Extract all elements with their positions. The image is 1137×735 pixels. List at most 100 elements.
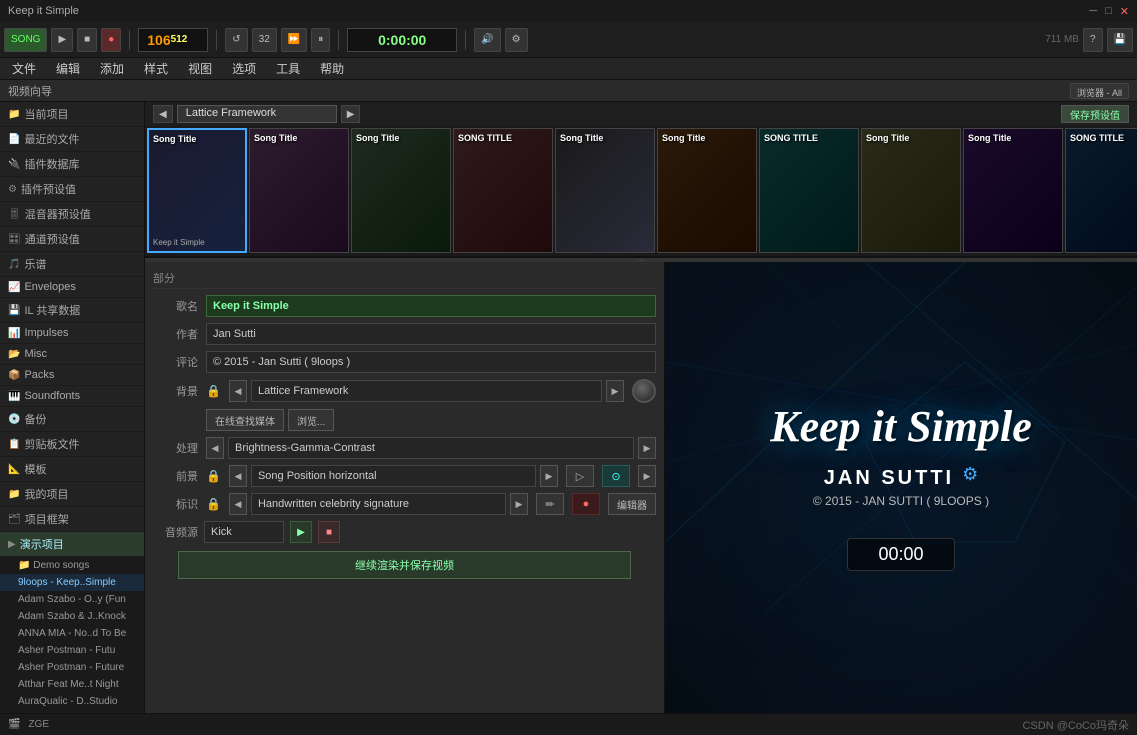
- maximize-btn[interactable]: □: [1105, 5, 1112, 18]
- thumb-8[interactable]: Song Title: [861, 128, 961, 253]
- menu-style[interactable]: 样式: [140, 60, 172, 77]
- step-btn[interactable]: ⏩: [281, 28, 307, 52]
- backup-icon: 💿: [8, 414, 20, 425]
- sidebar-label: 插件数据库: [24, 156, 79, 172]
- thumb-label: Song Title: [968, 133, 1011, 143]
- record-btn[interactable]: ●: [101, 28, 121, 52]
- demo-song-2[interactable]: Adam Szabo - O..y (Fun: [0, 591, 144, 608]
- sidebar-item-misc[interactable]: 📂 Misc: [0, 344, 144, 365]
- sidebar-item-plugin-presets[interactable]: ⚙ 插件预设值: [0, 177, 144, 202]
- render-btn[interactable]: 继续渲染并保存视频: [178, 551, 631, 579]
- demo-song-7[interactable]: Atthar Feat Me..t Night: [0, 676, 144, 693]
- fg-knob-btn[interactable]: ⊙: [602, 465, 630, 487]
- menu-file[interactable]: 文件: [8, 60, 40, 77]
- settings-btn[interactable]: ⚙: [505, 28, 528, 52]
- sidebar-item-templates[interactable]: 📐 模板: [0, 457, 144, 482]
- minimize-btn[interactable]: ─: [1089, 5, 1097, 18]
- sidebar-label: Envelopes: [24, 281, 75, 293]
- thumb-3[interactable]: Song Title: [351, 128, 451, 253]
- sidebar-label: 插件预设值: [21, 181, 76, 197]
- menu-options[interactable]: 选项: [228, 60, 260, 77]
- close-btn[interactable]: ✕: [1120, 5, 1129, 18]
- thumb-2[interactable]: Song Title: [249, 128, 349, 253]
- play-btn[interactable]: ▶: [51, 28, 73, 52]
- vol-btn[interactable]: 🔊: [474, 28, 500, 52]
- bg-prev-btn[interactable]: ◀: [229, 380, 247, 402]
- sidebar-item-packs[interactable]: 📦 Packs: [0, 365, 144, 386]
- mode-btn[interactable]: 32: [252, 28, 277, 52]
- menu-add[interactable]: 添加: [96, 60, 128, 77]
- demo-song-8[interactable]: AuraQualic - D..Studio: [0, 693, 144, 710]
- misc-btn[interactable]: ⏸: [311, 28, 330, 52]
- sidebar-item-plugins[interactable]: 🔌 插件数据库: [0, 152, 144, 177]
- sub-pencil-btn[interactable]: ✏: [536, 493, 564, 515]
- demo-song-5[interactable]: Asher Postman - Futu: [0, 642, 144, 659]
- save-preset-btn[interactable]: 保存预设值: [1061, 105, 1129, 123]
- loop-btn[interactable]: ↺: [225, 28, 247, 52]
- menu-tools[interactable]: 工具: [272, 60, 304, 77]
- fg-next-btn[interactable]: ▶: [540, 465, 558, 487]
- sidebar-item-my-projects[interactable]: 📁 我的项目: [0, 482, 144, 507]
- sub-prev-btn[interactable]: ◀: [229, 493, 247, 515]
- sidebar-item-current-project[interactable]: 📁 当前项目: [0, 102, 144, 127]
- bg-label: 背景: [153, 383, 198, 399]
- process-next-btn[interactable]: ▶: [638, 437, 656, 459]
- bg-knob[interactable]: [632, 379, 656, 403]
- thumb-5[interactable]: Song Title: [555, 128, 655, 253]
- save-btn[interactable]: 💾: [1107, 28, 1133, 52]
- demo-song-6[interactable]: Asher Postman - Future: [0, 659, 144, 676]
- browse-btn[interactable]: 浏览...: [288, 409, 334, 431]
- sep4: [465, 30, 466, 50]
- menu-help[interactable]: 帮助: [316, 60, 348, 77]
- thumb-10[interactable]: SONG TITLE: [1065, 128, 1137, 253]
- menu-view[interactable]: 视图: [184, 60, 216, 77]
- thumb-7[interactable]: SONG TITLE: [759, 128, 859, 253]
- sidebar-item-shared[interactable]: 💾 IL 共享数据: [0, 298, 144, 323]
- sidebar-item-recent[interactable]: 📄 最近的文件: [0, 127, 144, 152]
- online-btn[interactable]: 在线查找媒体: [206, 409, 284, 431]
- audio-play-btn[interactable]: ▶: [290, 521, 312, 543]
- sidebar-item-soundfonts[interactable]: 🎹 Soundfonts: [0, 386, 144, 407]
- menu-edit[interactable]: 编辑: [52, 60, 84, 77]
- demo-song-3[interactable]: Adam Szabo & J..Knock: [0, 608, 144, 625]
- comment-input[interactable]: [206, 351, 656, 373]
- sidebar-item-channel-presets[interactable]: 🎛 通道预设值: [0, 227, 144, 252]
- audio-label: 音频源: [153, 524, 198, 540]
- sidebar-item-demo[interactable]: ▶ 演示项目: [0, 532, 144, 557]
- sub-edit-btn[interactable]: 编辑器: [608, 493, 656, 515]
- mixer-icon: 🎚: [8, 209, 21, 220]
- audio-stop-btn[interactable]: ■: [318, 521, 340, 543]
- song-input[interactable]: [206, 295, 656, 317]
- demo-songs-folder[interactable]: 📁 Demo songs: [0, 557, 144, 574]
- sub-dot-btn[interactable]: ●: [572, 493, 600, 515]
- soundfont-icon: 🎹: [8, 391, 20, 402]
- bg-next-btn[interactable]: ▶: [606, 380, 624, 402]
- preset-prev-btn[interactable]: ◀: [153, 105, 173, 123]
- stop-btn[interactable]: ■: [77, 28, 97, 52]
- song-btn[interactable]: SONG: [4, 28, 47, 52]
- sidebar-item-impulses[interactable]: 📊 Impulses: [0, 323, 144, 344]
- sidebar-item-mixer-presets[interactable]: 🎚 混音器预设值: [0, 202, 144, 227]
- help-btn[interactable]: ?: [1083, 28, 1103, 52]
- fg-icon-btn[interactable]: ▷: [566, 465, 594, 487]
- fg-extra-btn[interactable]: ▶: [638, 465, 656, 487]
- sidebar-item-score[interactable]: 🎵 乐谱: [0, 252, 144, 277]
- fg-prev-btn[interactable]: ◀: [229, 465, 247, 487]
- preset-next-btn[interactable]: ▶: [341, 105, 361, 123]
- sep2: [216, 30, 217, 50]
- sub-next-btn[interactable]: ▶: [510, 493, 528, 515]
- time-display: 0:00:00: [347, 28, 457, 52]
- thumb-1[interactable]: Song Title Keep it Simple: [147, 128, 247, 253]
- demo-song-4[interactable]: ANNA MIA - No..d To Be: [0, 625, 144, 642]
- thumb-6[interactable]: Song Title: [657, 128, 757, 253]
- sidebar-item-envelopes[interactable]: 📈 Envelopes: [0, 277, 144, 298]
- sidebar-item-clipboard[interactable]: 📋 剪贴板文件: [0, 432, 144, 457]
- demo-song-1[interactable]: 9loops - Keep..Simple: [0, 574, 144, 591]
- thumb-9[interactable]: Song Title: [963, 128, 1063, 253]
- process-prev-btn[interactable]: ◀: [206, 437, 224, 459]
- sidebar-item-backup[interactable]: 💿 备份: [0, 407, 144, 432]
- thumb-4[interactable]: SONG TITLE: [453, 128, 553, 253]
- author-input[interactable]: [206, 323, 656, 345]
- sidebar-item-project-bones[interactable]: 🗂 项目框架: [0, 507, 144, 532]
- browser-btn[interactable]: 浏览器 - All: [1070, 83, 1129, 99]
